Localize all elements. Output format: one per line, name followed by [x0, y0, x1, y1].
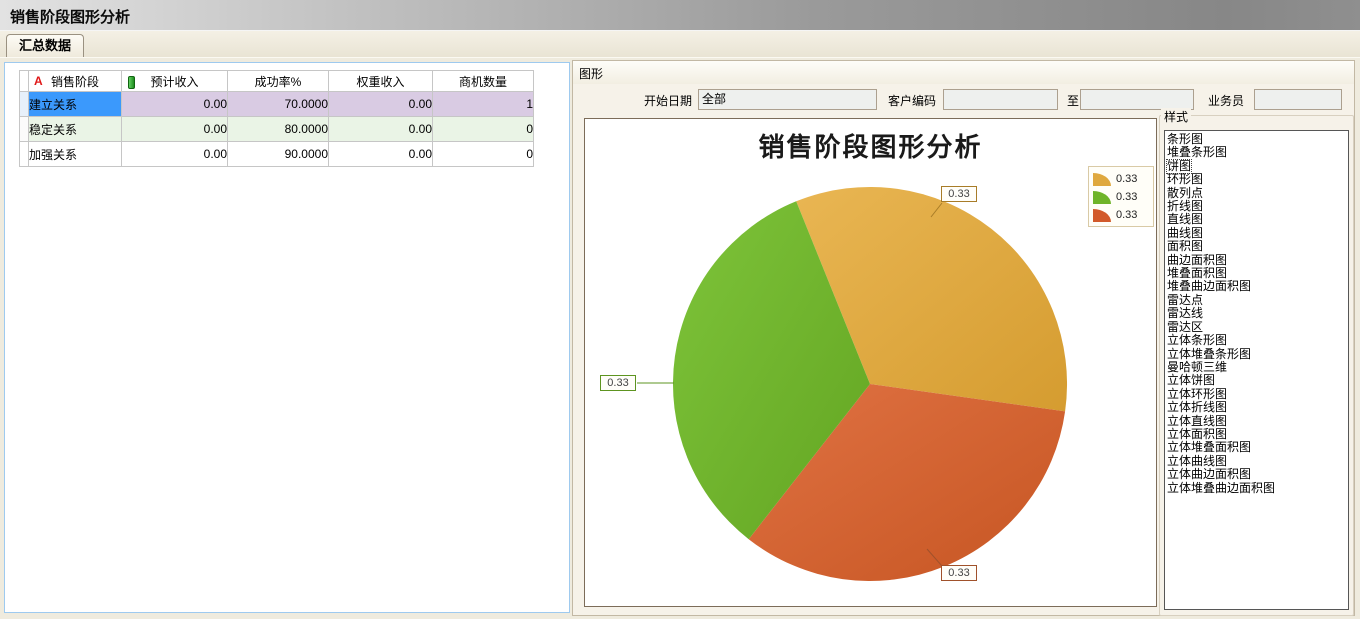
style-list-item[interactable]: 立体直线图 — [1165, 415, 1348, 428]
summary-table: A 销售阶段 预计收入 成功率% 权重收入 商机数量 — [19, 70, 534, 167]
summary-table-panel: A 销售阶段 预计收入 成功率% 权重收入 商机数量 — [4, 62, 570, 613]
style-list-item[interactable]: 环形图 — [1165, 173, 1348, 186]
sort-letter-icon: A — [34, 74, 43, 88]
legend-value: 0.33 — [1116, 173, 1137, 185]
customer-code-input[interactable] — [943, 89, 1058, 110]
legend-value: 0.33 — [1116, 209, 1137, 221]
style-list-item[interactable]: 立体饼图 — [1165, 374, 1348, 387]
style-list-item[interactable]: 曲线图 — [1165, 227, 1348, 240]
chart-legend: 0.33 0.33 0.33 — [1088, 166, 1154, 227]
table-cell[interactable]: 0.00 — [329, 92, 433, 117]
style-list-item[interactable]: 折线图 — [1165, 200, 1348, 213]
graph-panel-title: 图形 — [579, 65, 603, 82]
row-selector-header[interactable] — [20, 71, 29, 92]
table-cell[interactable]: 稳定关系 — [29, 117, 122, 142]
window-title: 销售阶段图形分析 — [10, 6, 130, 27]
row-selector[interactable] — [20, 117, 29, 142]
table-cell[interactable]: 0.00 — [122, 142, 228, 167]
table-cell[interactable]: 建立关系 — [29, 92, 122, 117]
pie-chart — [585, 119, 1156, 606]
row-selector[interactable] — [20, 142, 29, 167]
style-list-item[interactable]: 曲边面积图 — [1165, 254, 1348, 267]
style-list-item[interactable]: 堆叠面积图 — [1165, 267, 1348, 280]
table-cell[interactable]: 90.0000 — [228, 142, 329, 167]
style-list-item[interactable]: 立体条形图 — [1165, 334, 1348, 347]
pie-data-label: 0.33 — [600, 375, 636, 391]
chart-title: 销售阶段图形分析 — [585, 127, 1156, 164]
pie-data-label: 0.33 — [941, 186, 977, 202]
green-bar-icon — [128, 76, 135, 89]
salesman-label: 业务员 — [1208, 92, 1244, 109]
style-list-item[interactable]: 雷达线 — [1165, 307, 1348, 320]
legend-swatch-icon — [1093, 191, 1111, 204]
style-group-title: 样式 — [1161, 108, 1191, 125]
legend-entry: 0.33 — [1093, 170, 1153, 188]
style-list-item[interactable]: 面积图 — [1165, 240, 1348, 253]
table-cell[interactable]: 0.00 — [329, 142, 433, 167]
salesman-input[interactable] — [1254, 89, 1342, 110]
chart-area: 销售阶段图形分析 0.33 0.33 0.33 0.33 0.33 0.33 — [584, 118, 1157, 607]
table-cell[interactable]: 1 — [433, 92, 534, 117]
column-header-expected-income[interactable]: 预计收入 — [122, 71, 228, 92]
tab-strip: 汇总数据 — [0, 31, 1360, 58]
table-cell[interactable]: 0.00 — [122, 117, 228, 142]
table-cell[interactable]: 0 — [433, 117, 534, 142]
chart-style-listbox[interactable]: 条形图堆叠条形图饼图环形图散列点折线图直线图曲线图面积图曲边面积图堆叠面积图堆叠… — [1164, 130, 1349, 610]
style-list-item[interactable]: 堆叠曲边面积图 — [1165, 280, 1348, 293]
customer-code-label: 客户编码 — [888, 92, 936, 109]
style-list-item[interactable]: 堆叠条形图 — [1165, 146, 1348, 159]
column-header-weighted-income[interactable]: 权重收入 — [329, 71, 433, 92]
legend-swatch-icon — [1093, 173, 1111, 186]
table-cell[interactable]: 70.0000 — [228, 92, 329, 117]
legend-swatch-icon — [1093, 209, 1111, 222]
table-header-row: A 销售阶段 预计收入 成功率% 权重收入 商机数量 — [20, 71, 534, 92]
customer-code-to-input[interactable] — [1080, 89, 1194, 110]
window-title-bar: 销售阶段图形分析 — [0, 0, 1360, 31]
pie-data-label: 0.33 — [941, 565, 977, 581]
table-row[interactable]: 加强关系0.0090.00000.000 — [20, 142, 534, 167]
table-row[interactable]: 稳定关系0.0080.00000.000 — [20, 117, 534, 142]
graph-panel-header: 图形 — [573, 61, 1354, 84]
legend-value: 0.33 — [1116, 191, 1137, 203]
row-selector[interactable] — [20, 92, 29, 117]
legend-entry: 0.33 — [1093, 188, 1153, 206]
style-list-item[interactable]: 立体堆叠曲边面积图 — [1165, 482, 1348, 495]
start-date-input[interactable]: 全部 — [698, 89, 877, 110]
table-cell[interactable]: 0 — [433, 142, 534, 167]
graph-panel: 图形 开始日期 全部 客户编码 至 业务员 — [572, 60, 1355, 616]
start-date-label: 开始日期 — [644, 92, 692, 109]
style-list-item[interactable]: 立体堆叠面积图 — [1165, 441, 1348, 454]
tab-summary-data[interactable]: 汇总数据 — [6, 34, 84, 57]
style-list-item[interactable]: 直线图 — [1165, 213, 1348, 226]
style-list-item[interactable]: 立体堆叠条形图 — [1165, 348, 1348, 361]
style-list-item[interactable]: 立体折线图 — [1165, 401, 1348, 414]
style-list-item-selected[interactable]: 饼图 — [1165, 160, 1348, 173]
table-cell[interactable]: 0.00 — [122, 92, 228, 117]
table-cell[interactable]: 加强关系 — [29, 142, 122, 167]
table-cell[interactable]: 0.00 — [329, 117, 433, 142]
style-list-item[interactable]: 条形图 — [1165, 133, 1348, 146]
column-header-success-rate[interactable]: 成功率% — [228, 71, 329, 92]
legend-entry: 0.33 — [1093, 206, 1153, 224]
column-header-opportunity-count[interactable]: 商机数量 — [433, 71, 534, 92]
app-window: 销售阶段图形分析 汇总数据 A 销售阶段 预计收入 成功率% — [0, 0, 1360, 619]
style-list-item[interactable]: 立体曲边面积图 — [1165, 468, 1348, 481]
to-label: 至 — [1067, 92, 1079, 109]
table-row[interactable]: 建立关系0.0070.00000.001 — [20, 92, 534, 117]
style-list-item[interactable]: 雷达点 — [1165, 294, 1348, 307]
table-cell[interactable]: 80.0000 — [228, 117, 329, 142]
column-header-stage[interactable]: A 销售阶段 — [29, 71, 122, 92]
